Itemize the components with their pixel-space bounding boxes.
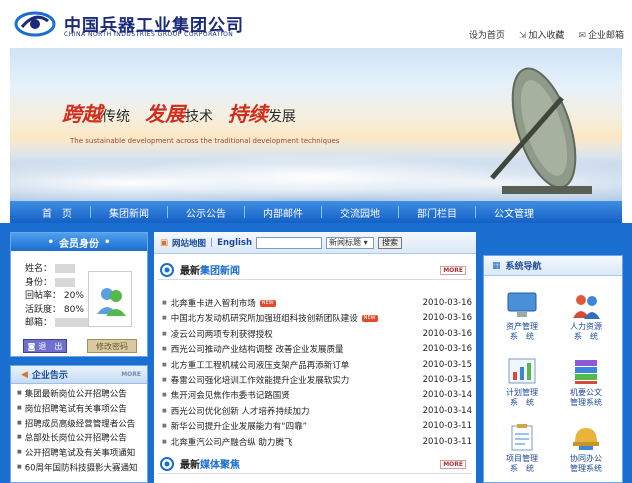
nav-forum[interactable]: 交流园地: [322, 205, 398, 220]
rss-icon: ◙: [27, 341, 36, 351]
users-icon: [97, 288, 126, 316]
mail-icon: ✉: [578, 31, 586, 41]
system-nav-header: ▦ 系统导航: [484, 256, 622, 276]
list-item[interactable]: 春雷公司强化培训工作效能提升企业发展软实力2010-03-15: [162, 373, 472, 388]
system-asset[interactable]: 资产管理系 统: [492, 290, 552, 342]
nav-home[interactable]: 首 页: [24, 205, 90, 220]
list-item[interactable]: 北方重工工程机械公司液压支架产品再添新订单2010-03-15: [162, 358, 472, 373]
list-item[interactable]: 60周年国防科技摄影大赛通知: [17, 461, 147, 476]
brand-name-en: CHINA NORTH INDUSTRIES GROUP CORPORATION: [64, 31, 234, 38]
helmet-icon: [573, 428, 599, 450]
clipboard-icon: [511, 424, 533, 451]
system-nav-panel: ▦ 系统导航 资产管理系 统 人力资源系 统 计划管理系 统 机要公文 管理系统 …: [483, 255, 623, 483]
notice-list: 集团最新岗位公开招聘公告 岗位招聘笔试有关事项公告 招聘成员高级经营管理者公告 …: [11, 384, 147, 476]
list-item[interactable]: 总部处长岗位公开招聘公告: [17, 431, 147, 446]
notice-more-link[interactable]: MORE: [121, 371, 141, 378]
sitemap-icon: ▣: [160, 237, 169, 248]
search-bar: ▣ 网站地图 | English 新闻标题 ▾ 搜索: [154, 232, 476, 254]
news-panel: ▣ 网站地图 | English 新闻标题 ▾ 搜索 最新集团新闻 MORE 北…: [154, 232, 476, 483]
nav-documents[interactable]: 公文管理: [476, 205, 552, 220]
nav-internal-mail[interactable]: 内部邮件: [245, 205, 321, 220]
news-more-link[interactable]: MORE: [440, 266, 466, 275]
hero-banner: 跨越传统 发展技术 持续发展 The sustainable developme…: [10, 48, 622, 201]
notice-header: ◀ 企业告示 MORE: [11, 366, 147, 384]
list-item[interactable]: 招聘成员高级经营管理者公告: [17, 417, 147, 432]
globe-icon: [160, 456, 174, 471]
redacted-name: [55, 264, 76, 273]
top-links: 设为首页 ⇲ 加入收藏 ✉ 企业邮箱: [469, 28, 624, 41]
search-button[interactable]: 搜索: [378, 236, 403, 249]
english-link[interactable]: English: [217, 238, 252, 248]
system-documents[interactable]: 机要公文 管理系统: [556, 356, 616, 408]
new-badge: NEW: [361, 315, 378, 323]
system-hr[interactable]: 人力资源系 统: [556, 290, 616, 342]
add-favorite-link[interactable]: ⇲ 加入收藏: [519, 28, 565, 41]
notice-panel: ◀ 企业告示 MORE 集团最新岗位公开招聘公告 岗位招聘笔试有关事项公告 招聘…: [10, 365, 148, 483]
news-header: 最新 集团新闻 MORE: [158, 260, 472, 280]
avatar: [88, 271, 132, 327]
media-more-link[interactable]: MORE: [440, 460, 466, 469]
news-list: 北奔重卡进入智利市场NEW2010-03-16 中国北方发动机研究所加强班组科技…: [162, 296, 472, 450]
member-panel: • 会员身份 • 姓名： 身份： 回帖率： 20% 活跃度： 80% 邮箱： ◙ 退 …: [10, 232, 148, 357]
redacted-id: [55, 277, 76, 287]
list-item[interactable]: 公开招聘笔试及有关事项通知: [17, 446, 147, 461]
list-item[interactable]: 北奔重卡进入智利市场NEW2010-03-16: [162, 296, 472, 311]
list-item[interactable]: 岗位招聘笔试有关事项公告: [17, 402, 147, 417]
bullet-icon: •: [104, 236, 111, 248]
list-item[interactable]: 中国北方发动机研究所加强班组科技创新团队建设NEW2010-03-16: [162, 311, 472, 326]
monitor-icon: [507, 292, 537, 317]
system-project[interactable]: 项目管理系 统: [492, 422, 552, 474]
books-icon: [575, 360, 597, 384]
main-nav: 首 页 集团新闻 公示公告 内部邮件 交流园地 部门栏目 公文管理: [10, 201, 622, 223]
grid-icon: ▦: [492, 260, 501, 271]
list-item[interactable]: 新华公司提升企业发展能力有“四靠”2010-03-11: [162, 419, 472, 434]
group-logo-icon[interactable]: [14, 9, 56, 39]
bookmark-icon: ⇲: [518, 31, 527, 41]
list-item[interactable]: 北奔重汽公司产融合纵 助力腾飞2010-03-11: [162, 435, 472, 450]
media-header: 最新 媒体聚焦 MORE: [158, 454, 472, 474]
bullet-icon: •: [47, 236, 54, 248]
chart-icon: [508, 358, 536, 384]
sitemap-link[interactable]: 网站地图: [172, 237, 206, 249]
list-item[interactable]: 焦开河会见焦作市委书记路国贤2010-03-14: [162, 388, 472, 403]
globe-icon: [160, 262, 174, 277]
list-item[interactable]: 西光公司推动产业结构调整 改善企业发展质量2010-03-16: [162, 342, 472, 357]
set-homepage-link[interactable]: 设为首页: [469, 28, 505, 41]
enterprise-mail-link[interactable]: ✉ 企业邮箱: [578, 28, 624, 41]
nav-departments[interactable]: 部门栏目: [399, 205, 475, 220]
megaphone-icon: ◀: [21, 369, 28, 380]
change-password-button[interactable]: 修改密码: [87, 339, 137, 353]
system-collab[interactable]: 协同办公 管理系统: [556, 422, 616, 474]
nav-notices[interactable]: 公示公告: [168, 205, 244, 220]
nav-group-news[interactable]: 集团新闻: [91, 205, 167, 220]
search-type-select[interactable]: 新闻标题 ▾: [326, 236, 375, 249]
list-item[interactable]: 凌云公司两项专利获得授权2010-03-16: [162, 327, 472, 342]
member-panel-header: • 会员身份 •: [11, 233, 147, 251]
sundial-icon: [490, 67, 592, 194]
list-item[interactable]: 西光公司优化创新 人才培养持续加力2010-03-14: [162, 404, 472, 419]
logout-button[interactable]: ◙ 退 出: [23, 339, 67, 353]
new-badge: NEW: [259, 299, 276, 307]
banner-slogan: 跨越传统 发展技术 持续发展: [62, 102, 296, 126]
people-icon: [573, 295, 600, 319]
system-plan[interactable]: 计划管理系 统: [492, 356, 552, 408]
search-input[interactable]: [256, 236, 323, 249]
banner-subslogan: The sustainable development across the t…: [70, 137, 340, 145]
list-item[interactable]: 集团最新岗位公开招聘公告: [17, 387, 147, 402]
site-header: 中国兵器工业集团公司 CHINA NORTH INDUSTRIES GROUP …: [0, 0, 632, 48]
